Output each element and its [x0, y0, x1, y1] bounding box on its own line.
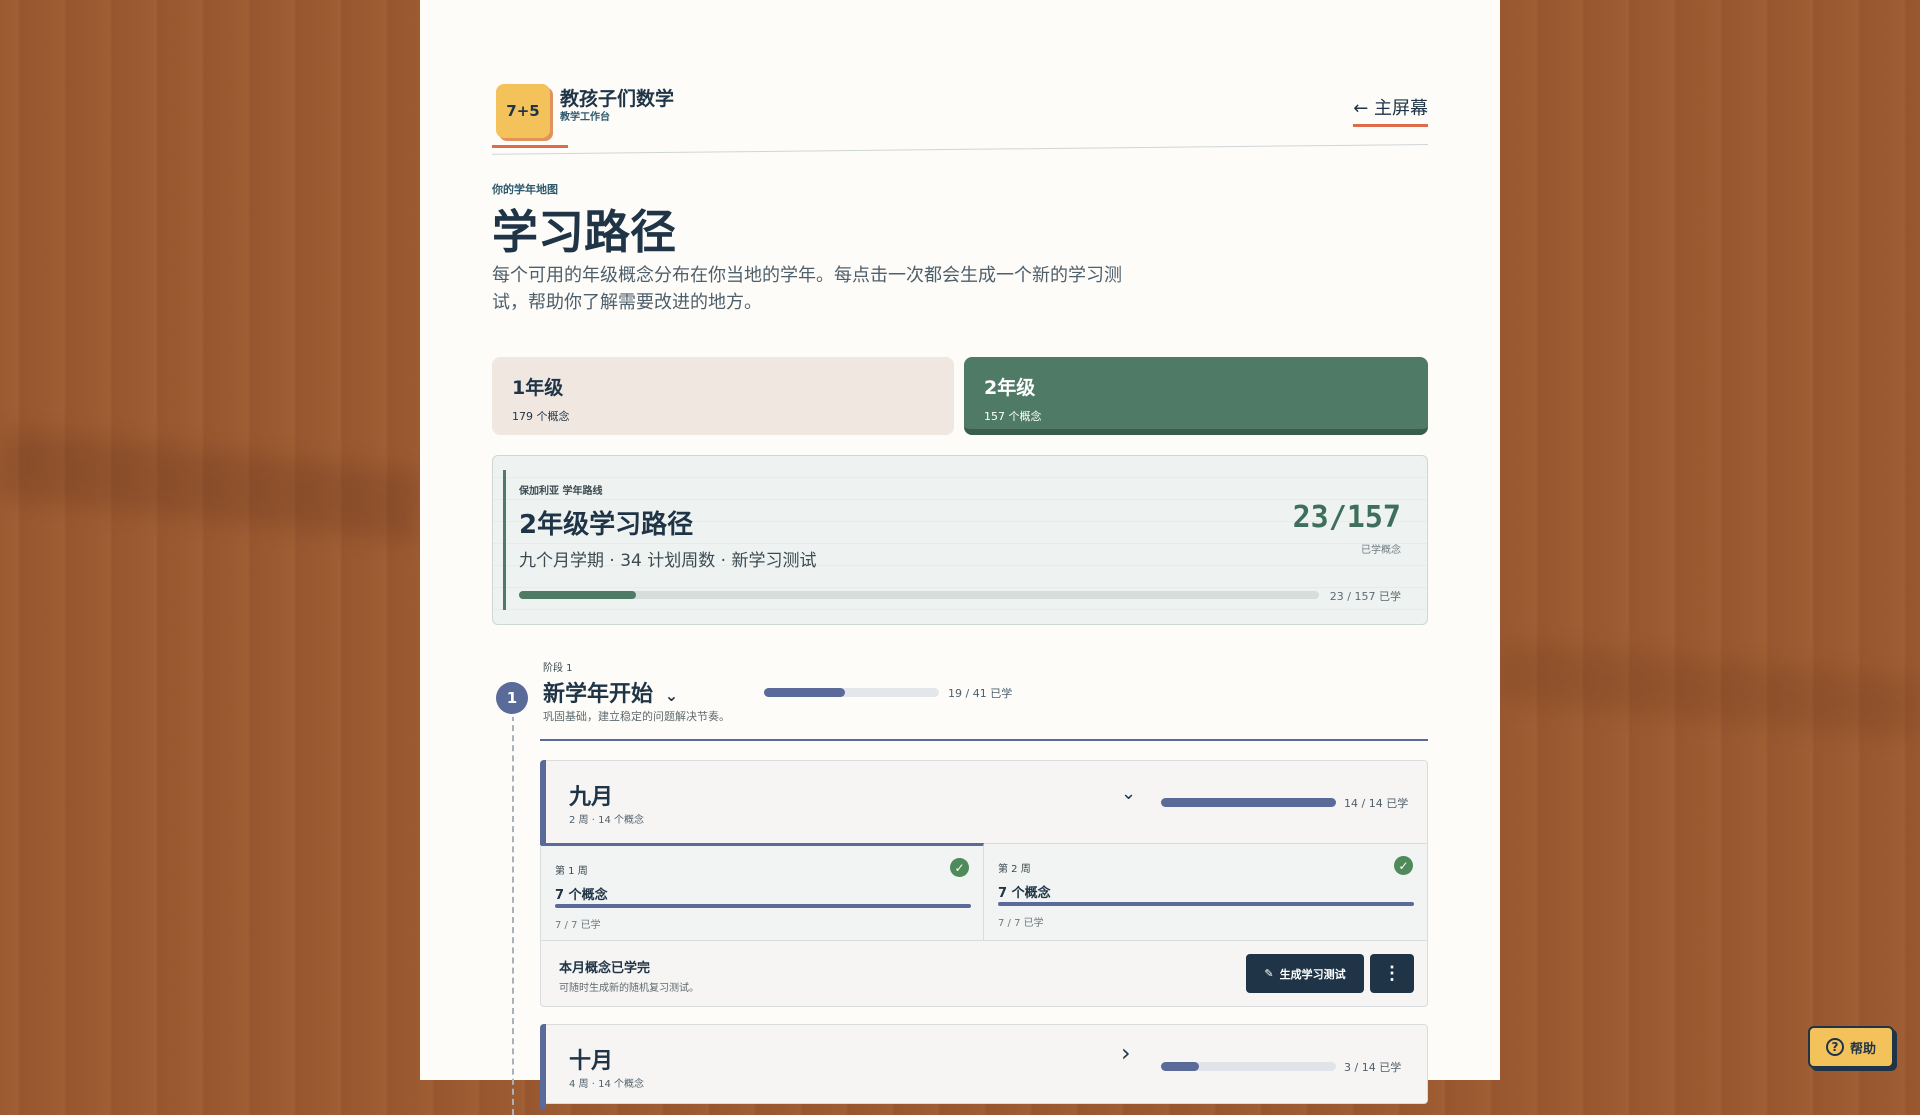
- path-summary-card: 保加利亚 学年路线 2年级学习路径 九个月学期 · 34 计划周数 · 新学习测…: [492, 455, 1428, 625]
- chevron-down-icon: ⌄: [664, 686, 679, 705]
- timeline-line: [512, 715, 514, 1115]
- week-card[interactable]: 第 2 周 ✓ 7 个概念 7 / 7 已学: [984, 843, 1427, 940]
- brand-subtitle: 教学工作台: [560, 112, 610, 123]
- background-shadow: [1498, 641, 1920, 739]
- header-divider: [492, 144, 1429, 155]
- phase-description: 巩固基础，建立稳定的问题解决节奏。: [543, 710, 730, 723]
- phase-number-badge: 1: [496, 682, 528, 714]
- month-meta: 2 周 · 14 个概念: [569, 815, 644, 826]
- path-learned-label: 已学概念: [1361, 545, 1401, 556]
- path-meta: 九个月学期 · 34 计划周数 · 新学习测试: [519, 551, 817, 571]
- phase-eyebrow: 阶段 1: [543, 663, 573, 674]
- check-icon: ✓: [950, 858, 969, 877]
- phase-title: 新学年开始: [543, 682, 654, 707]
- check-icon: ✓: [1394, 856, 1413, 875]
- path-accent-bar: [503, 470, 506, 610]
- month-meta: 4 周 · 14 个概念: [569, 1079, 644, 1090]
- path-eyebrow: 保加利亚 学年路线: [519, 486, 603, 497]
- path-title: 2年级学习路径: [519, 510, 694, 540]
- tab-label: 1年级: [512, 377, 564, 399]
- month-footer: 本月概念已学完 可随时生成新的随机复习测试。 ✎ 生成学习测试 ⋮: [541, 940, 1427, 1007]
- month-progress-text: 3 / 14 已学: [1344, 1061, 1402, 1074]
- month-progress-text: 14 / 14 已学: [1344, 797, 1409, 810]
- month-card-october: 十月 4 周 · 14 个概念 › 3 / 14 已学: [540, 1024, 1428, 1109]
- week-title: 7 个概念: [998, 886, 1051, 901]
- week-progress-text: 7 / 7 已学: [998, 918, 1044, 929]
- phase-divider: [540, 739, 1428, 741]
- help-label: 帮助: [1849, 1041, 1876, 1057]
- month-progress-fill: [1161, 1062, 1199, 1071]
- brand-title: 教孩子们数学: [560, 88, 675, 110]
- month-title: 九月: [569, 785, 614, 810]
- header-accent: [492, 145, 568, 148]
- week-progress-bar: [555, 904, 971, 908]
- more-options-button[interactable]: ⋮: [1370, 954, 1414, 993]
- background-shadow: [0, 428, 423, 542]
- month-progress-fill: [1161, 798, 1336, 807]
- phase-progress-fill: [764, 688, 846, 697]
- tab-concept-count: 179 个概念: [512, 410, 570, 423]
- week-card[interactable]: 第 1 周 ✓ 7 个概念 7 / 7 已学: [541, 843, 984, 940]
- path-learned-count: 23/157: [1292, 500, 1401, 535]
- phase-toggle[interactable]: 新学年开始 ⌄: [543, 676, 678, 708]
- month-complete-title: 本月概念已学完: [559, 961, 651, 976]
- phase-progress-text: 19 / 41 已学: [948, 687, 1013, 700]
- chevron-right-icon: ›: [1121, 1039, 1131, 1067]
- path-progress-text: 23 / 157 已学: [1329, 590, 1401, 603]
- month-card-september: 九月 2 周 · 14 个概念 ⌄ 14 / 14 已学 第 1 周 ✓ 7 个…: [540, 760, 1428, 1007]
- generate-test-label: 生成学习测试: [1279, 967, 1346, 981]
- pencil-icon: ✎: [1264, 967, 1274, 980]
- app-logo[interactable]: 7+5: [496, 84, 550, 138]
- month-header-toggle[interactable]: 十月 4 周 · 14 个概念 › 3 / 14 已学: [541, 1025, 1427, 1107]
- path-progress-fill: [519, 591, 637, 599]
- week-title: 7 个概念: [555, 888, 608, 903]
- month-complete-description: 可随时生成新的随机复习测试。: [559, 983, 699, 994]
- chevron-down-icon: ⌄: [1121, 783, 1137, 804]
- month-title: 十月: [569, 1049, 614, 1074]
- page-title: 学习路径: [492, 205, 676, 259]
- tab-concept-count: 157 个概念: [984, 410, 1042, 423]
- home-link[interactable]: ← 主屏幕: [1353, 94, 1428, 127]
- month-progress-bar: [1161, 1062, 1336, 1071]
- month-progress-bar: [1161, 798, 1336, 807]
- week-progress-bar: [998, 902, 1414, 906]
- week-progress-text: 7 / 7 已学: [555, 920, 601, 931]
- week-label: 第 2 周: [998, 864, 1031, 875]
- tab-grade-1[interactable]: 1年级 179 个概念: [492, 357, 954, 435]
- phase-progress-bar: [764, 688, 939, 697]
- tab-label: 2年级: [984, 377, 1036, 399]
- app-header: 7+5 教孩子们数学 教学工作台 ← 主屏幕: [492, 82, 1429, 155]
- month-header-toggle[interactable]: 九月 2 周 · 14 个概念 ⌄ 14 / 14 已学: [541, 761, 1427, 843]
- help-button[interactable]: ? 帮助: [1808, 1026, 1894, 1068]
- week-label: 第 1 周: [555, 866, 588, 877]
- generate-test-button[interactable]: ✎ 生成学习测试: [1246, 954, 1364, 993]
- intro-eyebrow: 你的学年地图: [492, 183, 558, 196]
- intro-description: 每个可用的年级概念分布在你当地的学年。每点击一次都会生成一个新的学习测试，帮助你…: [492, 265, 1122, 313]
- tab-grade-2[interactable]: 2年级 157 个概念: [964, 357, 1428, 435]
- help-icon: ?: [1825, 1038, 1844, 1056]
- path-progress-bar: [519, 591, 1319, 599]
